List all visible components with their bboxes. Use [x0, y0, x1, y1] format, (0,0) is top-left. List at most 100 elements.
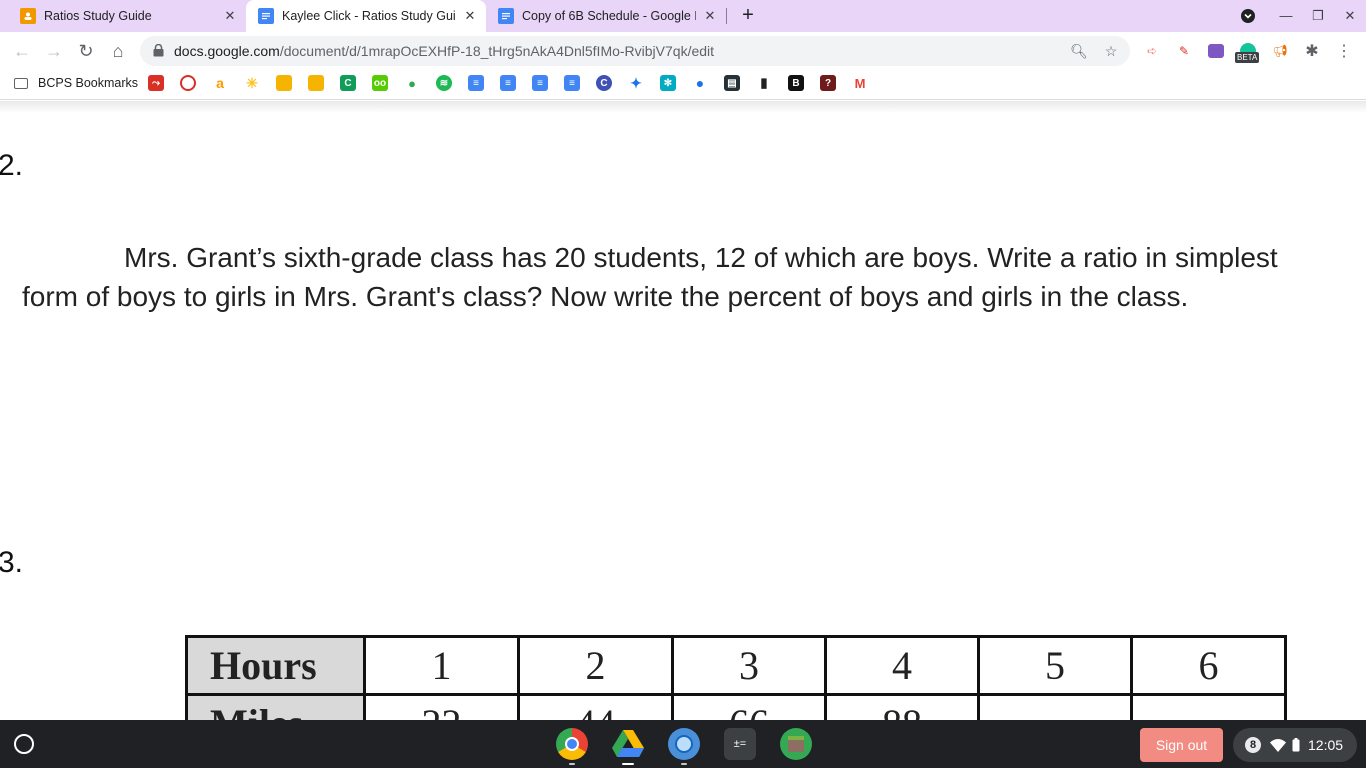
tab-6b-schedule[interactable]: Copy of 6B Schedule - Google Docs ✕ [486, 0, 726, 32]
bookmark-clapper-icon[interactable]: ▤ [724, 75, 740, 91]
spotify-icon[interactable]: ≋ [436, 75, 452, 91]
table-cell: 4 [824, 635, 980, 696]
address-bar[interactable]: docs.google.com/document/d/1mrapOcEXHfP-… [140, 36, 1130, 66]
bookmark-c-icon[interactable]: C [596, 75, 612, 91]
tab-strip: Ratios Study Guide ✕ Kaylee Click - Rati… [0, 0, 1366, 32]
beta-badge: BETA [1235, 52, 1260, 63]
document-area: 2. Mrs. Grant’s sixth-grade class has 20… [0, 101, 1366, 720]
browser-toolbar: ← → ↻ ⌂ docs.google.com/document/d/1mrap… [0, 32, 1366, 70]
restore-icon[interactable]: ❐ [1308, 6, 1328, 26]
gmail-icon[interactable]: M [852, 75, 868, 91]
battery-icon [1292, 738, 1300, 752]
lock-icon [153, 44, 164, 57]
bookmarks-bar: BCPS Bookmarks [0, 70, 1366, 100]
minecraft-icon[interactable] [780, 728, 812, 760]
question-2-number: 2. [0, 149, 24, 182]
table-cell [1130, 693, 1287, 720]
slides-icon[interactable] [308, 75, 324, 91]
bookmark-book-icon[interactable]: ▮ [756, 75, 772, 91]
docs-icon[interactable]: ≡ [564, 75, 580, 91]
tab-separator [726, 8, 727, 24]
table-row: Miles 22 44 66 88 [185, 693, 1287, 720]
bookmark-snowflake-icon[interactable]: ✻ [660, 75, 676, 91]
extension-puzzle-purple-icon[interactable] [1206, 41, 1226, 61]
table-cell: 2 [517, 635, 674, 696]
wifi-icon [1270, 739, 1286, 752]
bookmark-red-icon[interactable]: ⤳ [148, 75, 164, 91]
calculator-icon[interactable]: ±= [724, 728, 756, 760]
tab-kaylee-click[interactable]: Kaylee Click - Ratios Study Guide ✕ [246, 0, 486, 32]
bookmark-quizlet-icon[interactable] [180, 75, 196, 91]
close-window-icon[interactable]: ✕ [1340, 6, 1360, 26]
classroom-green-icon[interactable]: C [340, 75, 356, 91]
slides-icon[interactable] [276, 75, 292, 91]
folder-icon [14, 77, 28, 89]
table-cell: 1 [363, 635, 520, 696]
zoom-icon[interactable]: 🔍︎ [1070, 42, 1088, 60]
table-cell: 6 [1130, 635, 1287, 696]
hours-miles-table: Hours 1 2 3 4 5 6 Miles 22 44 66 88 [185, 635, 1287, 720]
bookmark-question-icon[interactable]: ? [820, 75, 836, 91]
tab-title: Copy of 6B Schedule - Google Docs [522, 9, 696, 23]
table-row: Hours 1 2 3 4 5 6 [185, 635, 1287, 696]
question-2-text: Mrs. Grant’s sixth-grade class has 20 st… [22, 242, 1278, 312]
new-tab-button[interactable]: + [736, 4, 760, 28]
chrome-icon[interactable] [556, 728, 588, 760]
bookmark-folder-bcps[interactable]: BCPS Bookmarks [14, 76, 138, 90]
google-drive-icon[interactable] [612, 728, 644, 760]
close-icon[interactable]: ✕ [462, 8, 478, 24]
toolbar-shadow [0, 101, 1366, 113]
table-cell: 3 [671, 635, 827, 696]
table-cell: 44 [517, 693, 674, 720]
table-header-miles: Miles [185, 693, 366, 720]
clock: 12:05 [1308, 737, 1344, 753]
launcher-icon[interactable] [14, 734, 34, 754]
active-indicator [622, 763, 634, 765]
bookmark-blue-shape-icon[interactable]: ● [692, 75, 708, 91]
table-cell: 88 [824, 693, 980, 720]
chromeos-shelf: ±= Sign out 8 12:05 [0, 720, 1366, 768]
tab-search-icon[interactable] [1238, 6, 1258, 26]
bookmark-b-icon[interactable]: B [788, 75, 804, 91]
maps-pin-icon[interactable]: ● [404, 75, 420, 91]
bookmark-star-arrow-icon[interactable]: ✦ [628, 75, 644, 91]
forward-icon[interactable]: → [42, 39, 66, 63]
status-tray[interactable]: 8 12:05 [1233, 728, 1357, 762]
walmart-icon[interactable]: ✳ [244, 75, 260, 91]
table-cell: 5 [977, 635, 1133, 696]
classroom-icon [20, 8, 36, 24]
tab-ratios-study-guide[interactable]: Ratios Study Guide ✕ [8, 0, 246, 32]
notification-count-badge: 8 [1245, 737, 1261, 753]
table-cell: 66 [671, 693, 827, 720]
browser-app-icon[interactable] [668, 728, 700, 760]
docs-icon[interactable]: ≡ [468, 75, 484, 91]
table-cell: 22 [363, 693, 520, 720]
url-path: /document/d/1mrapOcEXHfP-18_tHrg5nAkA4Dn… [279, 43, 715, 59]
docs-icon [498, 8, 514, 24]
docs-icon[interactable]: ≡ [532, 75, 548, 91]
extensions-puzzle-icon[interactable]: ✱ [1302, 41, 1322, 61]
bookmark-star-icon[interactable]: ☆ [1102, 42, 1120, 60]
url-text: docs.google.com/document/d/1mrapOcEXHfP-… [174, 43, 714, 59]
docs-icon[interactable]: ≡ [500, 75, 516, 91]
duolingo-icon[interactable]: oo [372, 75, 388, 91]
extension-megaphone-icon[interactable]: 📢︎ [1270, 41, 1290, 61]
running-indicator [569, 763, 575, 765]
reload-icon[interactable]: ↻ [74, 39, 98, 63]
close-icon[interactable]: ✕ [702, 8, 718, 24]
tab-title: Ratios Study Guide [44, 9, 152, 23]
back-icon[interactable]: ← [10, 39, 34, 63]
close-icon[interactable]: ✕ [222, 8, 238, 24]
table-header-hours: Hours [185, 635, 366, 696]
question-3-number: 3. [0, 546, 24, 579]
table-cell [977, 693, 1133, 720]
running-indicator [681, 763, 687, 765]
url-host: docs.google.com [174, 43, 280, 59]
minimize-icon[interactable]: — [1276, 6, 1296, 26]
extension-pen-icon[interactable]: ✎ [1174, 41, 1194, 61]
home-icon[interactable]: ⌂ [106, 39, 130, 63]
amazon-icon[interactable]: a [212, 75, 228, 91]
sign-out-button[interactable]: Sign out [1140, 728, 1223, 762]
extension-read-aloud-icon[interactable]: ➪ [1142, 41, 1162, 61]
menu-kebab-icon[interactable]: ⋮ [1334, 41, 1354, 61]
